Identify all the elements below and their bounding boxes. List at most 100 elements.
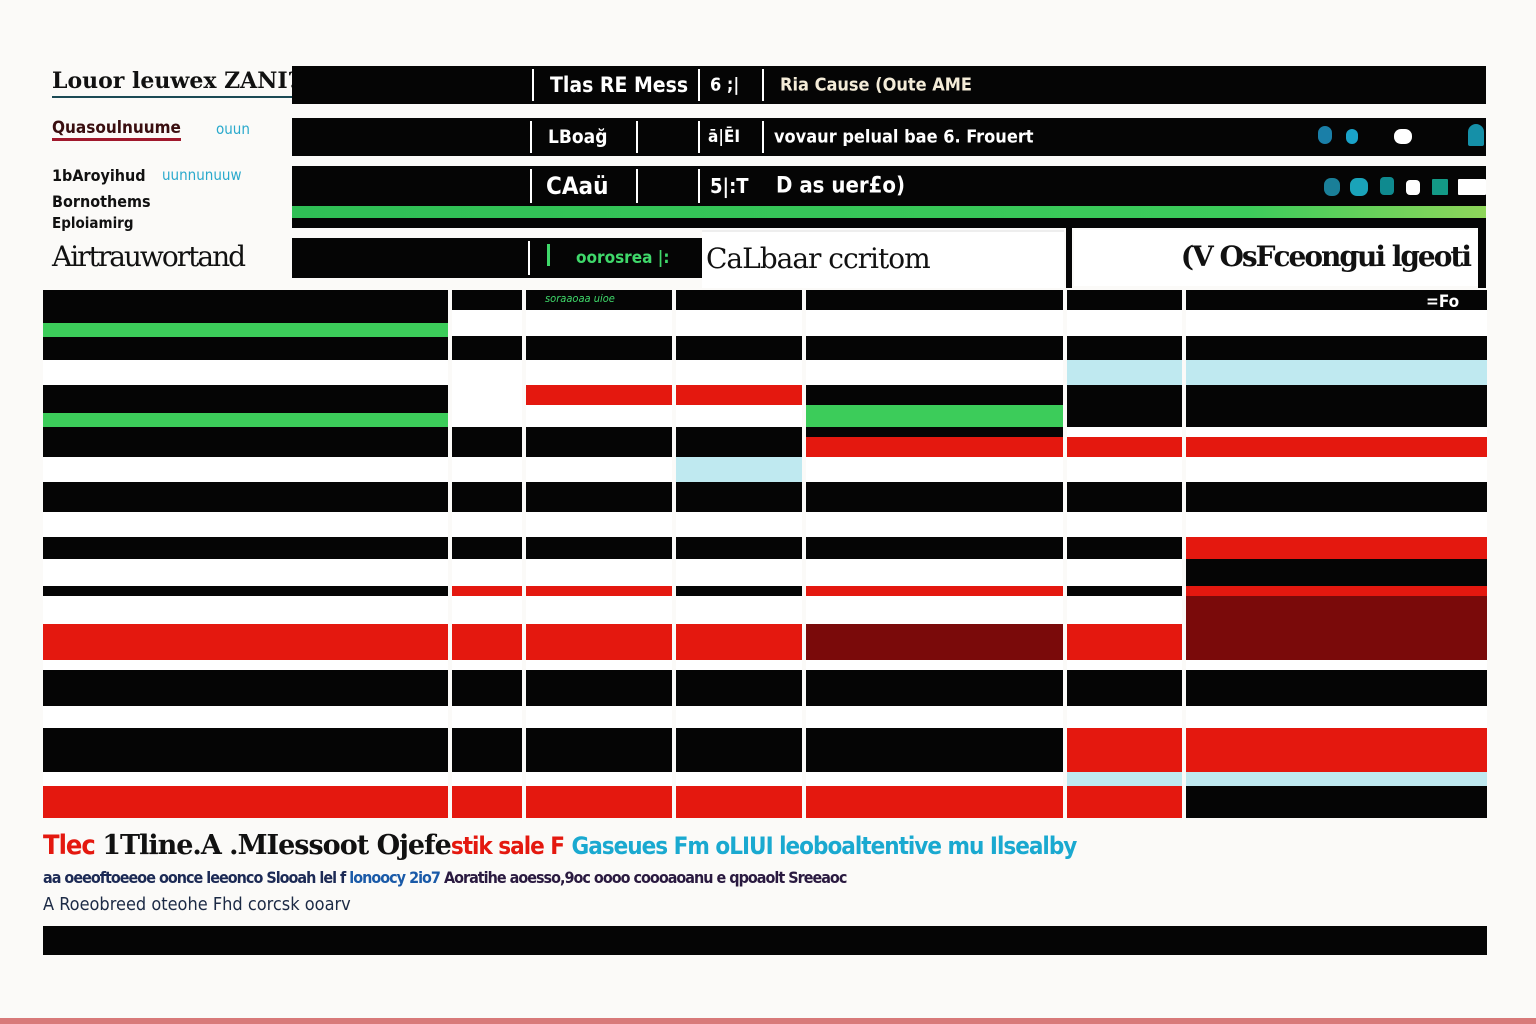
- header-row-3[interactable]: CAaü 5|:T D as uer£o): [292, 166, 1486, 206]
- grid-cell[interactable]: [526, 660, 672, 670]
- grid-cell[interactable]: [43, 586, 448, 596]
- grid-cell[interactable]: [452, 437, 522, 457]
- grid-cell[interactable]: [526, 670, 672, 706]
- grid-cell[interactable]: [1067, 385, 1182, 405]
- grid-cell[interactable]: [43, 290, 448, 310]
- grid-cell[interactable]: [43, 728, 448, 772]
- grid-cell[interactable]: [452, 728, 522, 772]
- grid-cell[interactable]: [1186, 786, 1487, 818]
- grid-cell[interactable]: [452, 360, 522, 385]
- grid-cell[interactable]: [526, 728, 672, 772]
- grid-cell[interactable]: [526, 336, 672, 360]
- grid-cell[interactable]: [806, 405, 1063, 427]
- grid-cell[interactable]: [1067, 586, 1182, 596]
- grid-cell[interactable]: [1067, 670, 1182, 706]
- grid-cell[interactable]: [43, 624, 448, 660]
- grid-cell[interactable]: [43, 512, 448, 537]
- grid-cell[interactable]: [43, 706, 448, 728]
- grid-cell[interactable]: [676, 512, 802, 537]
- grid-cell[interactable]: [676, 786, 802, 818]
- grid-cell[interactable]: [1186, 624, 1487, 660]
- grid-cell[interactable]: [1186, 405, 1487, 427]
- grid-cell[interactable]: [806, 660, 1063, 670]
- grid-cell[interactable]: [43, 336, 448, 360]
- grid-cell[interactable]: [1186, 336, 1487, 360]
- grid-cell[interactable]: [676, 336, 802, 360]
- grid-cell[interactable]: [676, 586, 802, 596]
- grid-cell[interactable]: [676, 385, 802, 405]
- grid-cell[interactable]: [526, 512, 672, 537]
- grid-cell[interactable]: [806, 670, 1063, 706]
- grid-cell[interactable]: [806, 786, 1063, 818]
- grid-cell[interactable]: [806, 586, 1063, 596]
- grid-cell[interactable]: [806, 728, 1063, 772]
- grid-cell[interactable]: [1067, 559, 1182, 586]
- grid-cell[interactable]: [452, 670, 522, 706]
- grid-cell[interactable]: [43, 772, 448, 786]
- grid-cell[interactable]: [1186, 537, 1487, 559]
- grid-cell[interactable]: [43, 559, 448, 586]
- grid-cell[interactable]: [806, 537, 1063, 559]
- grid-cell[interactable]: [806, 427, 1063, 437]
- grid-cell[interactable]: [452, 624, 522, 660]
- status-dot-icon[interactable]: [1318, 126, 1332, 144]
- column-title-2[interactable]: (V OsFceongui lgeoti: [1074, 230, 1478, 286]
- grid-cell[interactable]: [526, 772, 672, 786]
- grid-cell[interactable]: [43, 482, 448, 512]
- grid-cell[interactable]: [1186, 360, 1487, 385]
- grid-cell[interactable]: [1186, 660, 1487, 670]
- grid-cell[interactable]: [1067, 336, 1182, 360]
- grid-cell[interactable]: [1067, 290, 1182, 310]
- grid-cell[interactable]: [43, 670, 448, 706]
- grid-cell[interactable]: [1186, 586, 1487, 596]
- status-dot-icon[interactable]: [1458, 179, 1486, 195]
- grid-cell[interactable]: [43, 596, 448, 624]
- grid-cell[interactable]: [1067, 624, 1182, 660]
- grid-cell[interactable]: [676, 427, 802, 437]
- grid-cell[interactable]: [526, 706, 672, 728]
- grid-cell[interactable]: [1186, 512, 1487, 537]
- grid-cell[interactable]: [676, 310, 802, 336]
- grid-cell[interactable]: [676, 660, 802, 670]
- grid-cell[interactable]: [1186, 437, 1487, 457]
- grid-cell[interactable]: [1186, 706, 1487, 728]
- grid-cell[interactable]: [806, 482, 1063, 512]
- status-dot-icon[interactable]: [1324, 178, 1340, 196]
- grid-cell[interactable]: [676, 706, 802, 728]
- grid-cell[interactable]: [806, 596, 1063, 624]
- grid-cell[interactable]: [43, 427, 448, 437]
- grid-cell[interactable]: [1067, 660, 1182, 670]
- grid-cell[interactable]: [676, 596, 802, 624]
- grid-cell[interactable]: [526, 559, 672, 586]
- grid-cell[interactable]: [676, 772, 802, 786]
- grid-cell[interactable]: [806, 385, 1063, 405]
- grid-cell[interactable]: [526, 596, 672, 624]
- grid-cell[interactable]: [1067, 405, 1182, 427]
- status-dot-icon[interactable]: [1432, 179, 1448, 195]
- grid-cell[interactable]: [452, 336, 522, 360]
- grid-cell[interactable]: [676, 670, 802, 706]
- grid-cell[interactable]: [676, 457, 802, 482]
- grid-cell[interactable]: [1186, 385, 1487, 405]
- grid-cell[interactable]: [806, 772, 1063, 786]
- grid-cell[interactable]: [526, 786, 672, 818]
- grid-cell[interactable]: [806, 512, 1063, 537]
- status-dot-icon[interactable]: [1406, 180, 1420, 195]
- grid-cell[interactable]: [806, 336, 1063, 360]
- grid-cell[interactable]: [1186, 310, 1487, 336]
- grid-cell[interactable]: [452, 786, 522, 818]
- grid-cell[interactable]: [452, 537, 522, 559]
- grid-cell[interactable]: [526, 427, 672, 437]
- status-dot-icon[interactable]: [1350, 178, 1368, 196]
- grid-cell[interactable]: [43, 360, 448, 385]
- grid-cell[interactable]: [1067, 772, 1182, 786]
- grid-cell[interactable]: [526, 437, 672, 457]
- grid-cell[interactable]: [43, 537, 448, 559]
- grid-cell[interactable]: [1186, 427, 1487, 437]
- grid-cell[interactable]: [676, 290, 802, 310]
- grid-cell[interactable]: [1067, 537, 1182, 559]
- grid-cell[interactable]: [676, 624, 802, 660]
- grid-cell[interactable]: [43, 385, 448, 405]
- grid-cell[interactable]: [676, 559, 802, 586]
- grid-cell[interactable]: [806, 706, 1063, 728]
